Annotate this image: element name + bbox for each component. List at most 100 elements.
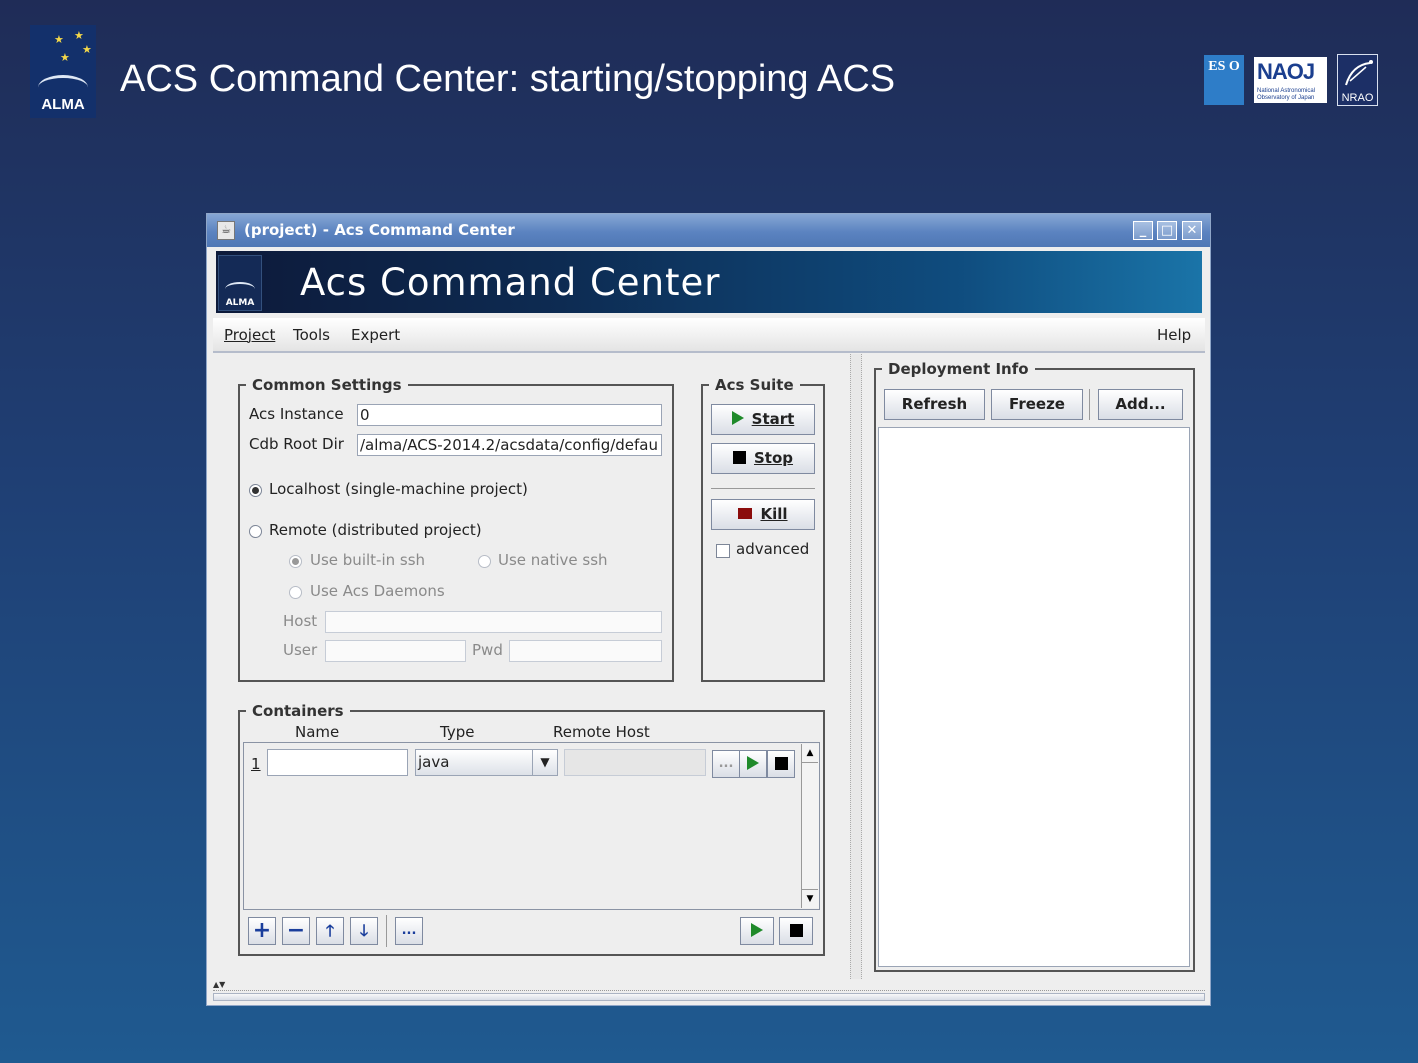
stop-icon <box>789 924 803 937</box>
add-button-label: Add... <box>1115 395 1166 413</box>
window-title: (project) - Acs Command Center <box>244 221 515 239</box>
kill-icon <box>738 508 753 519</box>
log-panel-divider[interactable]: ▲▼ <box>213 980 1205 991</box>
common-settings-legend: Common Settings <box>252 376 402 394</box>
naoj-logo-subtext: National Astronomical Observatory of Jap… <box>1257 88 1316 101</box>
play-icon <box>751 923 763 937</box>
daemons-label: Use Acs Daemons <box>310 582 445 600</box>
row-more-button[interactable]: ... <box>712 750 740 778</box>
scroll-up-icon[interactable]: ▲ <box>802 744 818 763</box>
menu-project[interactable]: Project <box>224 326 275 344</box>
container-type-select[interactable]: java ▼ <box>415 749 558 776</box>
acs-instance-label: Acs Instance <box>249 405 344 423</box>
user-input[interactable] <box>325 640 466 662</box>
maximize-button[interactable]: □ <box>1157 221 1177 240</box>
right-panel: Deployment Info Refresh Freeze Add... <box>862 354 1205 979</box>
host-label: Host <box>283 612 318 630</box>
refresh-button-label: Refresh <box>901 395 968 413</box>
move-down-button[interactable]: 🡓 <box>350 917 378 945</box>
column-header-remote-host: Remote Host <box>553 723 650 741</box>
cdb-root-input[interactable]: /alma/ACS-2014.2/acsdata/config/defau <box>357 434 662 456</box>
daemons-radio[interactable] <box>289 586 302 599</box>
containers-legend: Containers <box>252 702 344 720</box>
java-app-icon: ☕ <box>217 221 235 240</box>
menu-help[interactable]: Help <box>1157 326 1191 344</box>
eso-logo: ES O <box>1204 55 1244 105</box>
native-ssh-label: Use native ssh <box>498 551 608 569</box>
menu-expert-label: Expert <box>351 326 401 344</box>
user-label: User <box>283 641 318 659</box>
window-titlebar[interactable]: ☕ (project) - Acs Command Center _ □ ✕ <box>207 214 1210 247</box>
nrao-logo: NRAO <box>1337 54 1378 106</box>
stop-icon <box>774 757 788 770</box>
remove-container-button[interactable]: − <box>282 917 310 945</box>
refresh-button[interactable]: Refresh <box>884 389 985 420</box>
container-name-input[interactable] <box>267 749 408 776</box>
table-scrollbar[interactable]: ▲ ▼ <box>801 744 819 908</box>
arrow-down-icon: 🡓 <box>359 921 369 940</box>
slide-title: ACS Command Center: starting/stopping AC… <box>120 58 896 100</box>
left-panel: Common Settings Acs Instance 0 Cdb Root … <box>213 354 853 979</box>
scroll-down-icon[interactable]: ▼ <box>802 889 818 908</box>
naoj-logo: NAOJ National Astronomical Observatory o… <box>1254 57 1327 103</box>
eso-logo-text: ES O <box>1208 59 1240 74</box>
container-type-value: java <box>418 753 450 771</box>
builtin-ssh-label: Use built-in ssh <box>310 551 426 569</box>
move-up-button[interactable]: 🡑 <box>316 917 344 945</box>
row-index: 1 <box>251 755 261 773</box>
menu-help-label: Help <box>1157 326 1192 344</box>
close-button[interactable]: ✕ <box>1182 221 1202 240</box>
acs-instance-input[interactable]: 0 <box>357 404 662 426</box>
pwd-input[interactable] <box>509 640 662 662</box>
localhost-label: Localhost (single-machine project) <box>269 480 528 498</box>
kill-button[interactable]: Kill <box>711 499 815 530</box>
minimize-button[interactable]: _ <box>1133 221 1153 240</box>
stop-all-containers-button[interactable] <box>779 917 813 945</box>
advanced-checkbox[interactable] <box>716 544 730 558</box>
add-button[interactable]: Add... <box>1098 389 1183 420</box>
containers-more-button[interactable]: ... <box>395 917 423 945</box>
play-icon <box>731 411 744 425</box>
start-button[interactable]: Start <box>711 404 815 435</box>
column-header-name: Name <box>295 723 340 741</box>
radio-telescope-icon <box>1345 60 1373 86</box>
add-container-button[interactable]: + <box>248 917 276 945</box>
menu-expert[interactable]: Expert <box>351 326 400 344</box>
menu-project-label: Project <box>224 326 276 344</box>
localhost-radio[interactable] <box>249 484 262 497</box>
row-stop-button[interactable] <box>767 750 795 778</box>
split-pane-divider[interactable] <box>850 354 862 979</box>
start-all-containers-button[interactable] <box>740 917 774 945</box>
stop-button-label: Stop <box>753 449 794 467</box>
menu-tools-label: Tools <box>293 326 330 344</box>
remote-radio[interactable] <box>249 525 262 538</box>
remote-host-input[interactable] <box>564 749 706 776</box>
alma-logo-text: ALMA <box>41 96 85 113</box>
banner-alma-logo: ALMA <box>218 255 262 311</box>
arrow-up-icon: 🡑 <box>325 921 335 940</box>
separator <box>1089 389 1090 420</box>
start-button-label: Start <box>751 410 795 428</box>
chevron-down-icon[interactable]: ▼ <box>532 750 557 775</box>
native-ssh-radio[interactable] <box>478 555 491 568</box>
freeze-button-label: Freeze <box>1009 395 1065 413</box>
antenna-icon <box>225 282 255 296</box>
banner-title: Acs Command Center <box>300 261 721 304</box>
separator <box>711 488 815 489</box>
stop-icon <box>732 451 746 464</box>
menubar: Project Tools Expert Help <box>213 318 1205 353</box>
star-icon: ★ <box>54 33 64 46</box>
star-icon: ★ <box>82 43 92 56</box>
menu-tools[interactable]: Tools <box>293 326 330 344</box>
row-start-button[interactable] <box>739 750 767 778</box>
freeze-button[interactable]: Freeze <box>991 389 1083 420</box>
host-input[interactable] <box>325 611 662 633</box>
column-header-type: Type <box>440 723 475 741</box>
builtin-ssh-radio[interactable] <box>289 555 302 568</box>
play-icon <box>747 756 759 770</box>
star-icon: ★ <box>60 51 70 64</box>
star-icon: ★ <box>74 29 84 42</box>
deployment-tree[interactable] <box>878 427 1190 967</box>
stop-button[interactable]: Stop <box>711 443 815 474</box>
acs-suite-legend: Acs Suite <box>715 376 794 394</box>
